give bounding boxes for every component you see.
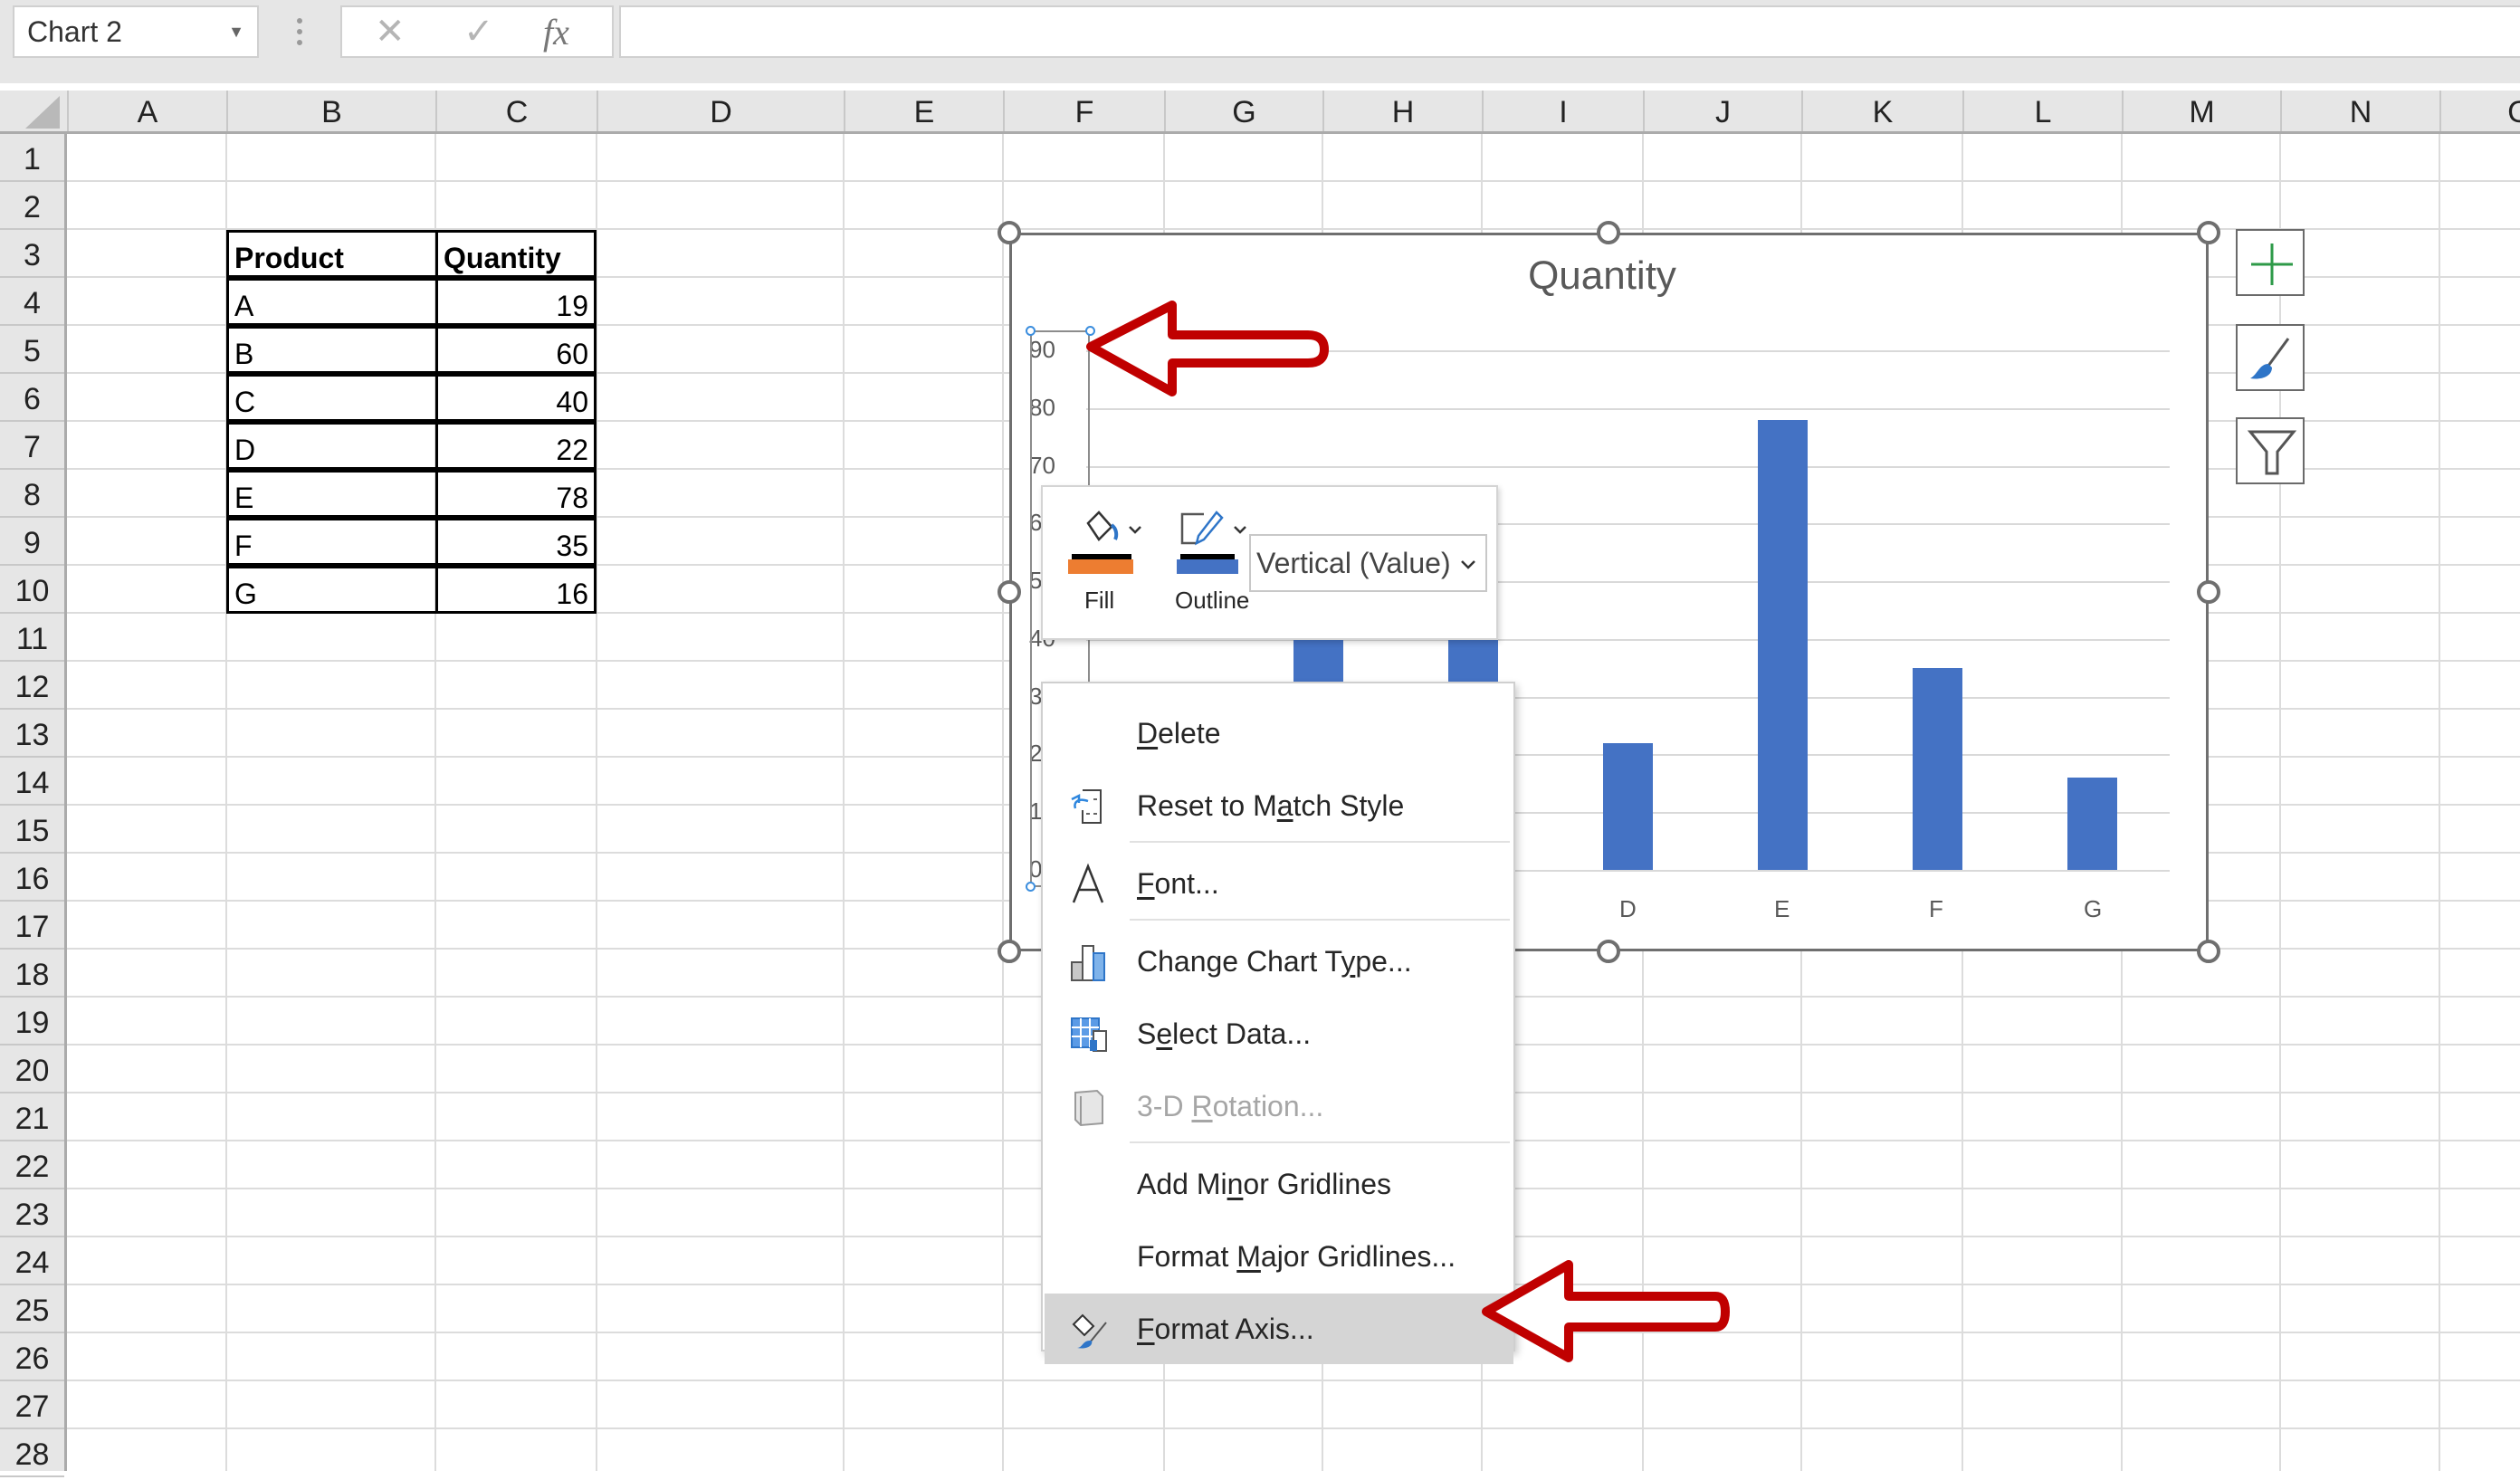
annotation-layer bbox=[1086, 301, 1730, 1362]
annotation-arrow-icon bbox=[1086, 301, 1329, 396]
annotation-arrow-icon bbox=[1482, 1260, 1730, 1362]
